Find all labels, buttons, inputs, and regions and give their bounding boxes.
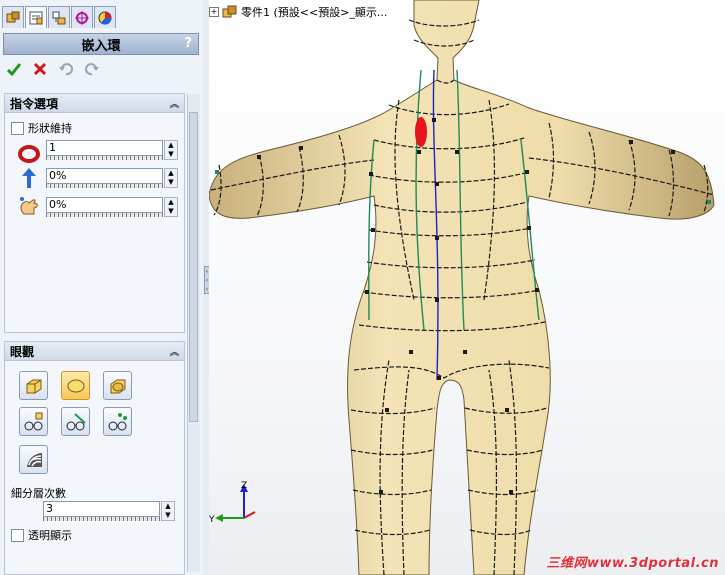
show-vertices-button[interactable] [103, 407, 132, 436]
options-group-title: 指令選項 [10, 96, 59, 111]
loop-count-input[interactable]: 1 [46, 140, 163, 156]
y-axis-label: Y [209, 515, 215, 525]
offset-slider[interactable] [46, 213, 163, 217]
x-axis-line [243, 511, 256, 519]
offset-arrows[interactable]: ▲ ▼ [164, 197, 178, 217]
cage-shape-icon [110, 379, 125, 393]
offset-hand-icon [20, 197, 38, 215]
property-manager-panel: 嵌入環 ? 指令選項 ︽ 形狀維持 1 ▲ ▼ 0% ▲ ▼ 0% ▲ ▼ 眼觀… [0, 0, 204, 575]
zebra-stripes-icon [26, 452, 42, 467]
expand-icon[interactable]: + [209, 7, 219, 17]
display-manager-tab[interactable] [94, 6, 116, 28]
options-group: 指令選項 ︽ 形狀維持 1 ▲ ▼ 0% ▲ ▼ 0% ▲ ▼ [4, 93, 185, 333]
glasses-vertices-icon [108, 412, 127, 430]
offset-input[interactable]: 0% [46, 197, 163, 213]
configuration-manager-tab[interactable] [48, 6, 70, 28]
configuration-icon [52, 11, 66, 24]
part-name-label: 零件1 (預設<<預設>_顯示... [241, 6, 388, 19]
glasses-points-icon [24, 412, 42, 430]
display-group: 眼觀 ︽ 細分層次數 3 ▲ ▼ 透明顯示 [4, 341, 185, 575]
show-points-button[interactable] [19, 407, 48, 436]
direction-slider[interactable] [46, 184, 163, 188]
loop-count-spinner: 1 ▲ ▼ [46, 140, 179, 161]
glasses-edges-icon [66, 412, 86, 430]
transparent-label: 透明顯示 [28, 529, 72, 542]
shaded-box-icon [26, 379, 41, 393]
keep-shape-checkbox[interactable] [11, 121, 24, 135]
direction-arrows[interactable]: ▲ ▼ [164, 168, 178, 188]
subdivision-slider[interactable] [43, 517, 160, 521]
undo-button[interactable] [57, 60, 75, 78]
z-axis-label: Z [241, 481, 247, 491]
transparent-row: 透明顯示 [11, 527, 72, 543]
property-manager-title-bar: 嵌入環 ? [3, 33, 199, 55]
redo-button[interactable] [83, 60, 101, 78]
selected-loop-highlight [415, 117, 427, 147]
scrollbar-thumb[interactable] [189, 112, 198, 422]
direction-arrow-icon [22, 168, 36, 188]
feature-tree-flyout[interactable]: + 零件1 (預設<<預設>_顯示... [209, 4, 387, 20]
zebra-stripes-button[interactable] [19, 445, 48, 474]
loop-count-slider[interactable] [46, 156, 163, 160]
undo-icon [59, 63, 73, 76]
property-manager-title: 嵌入環 [81, 38, 121, 54]
smooth-shape-button[interactable] [61, 371, 90, 400]
loop-count-arrows[interactable]: ▲ ▼ [164, 140, 178, 160]
smooth-shape-icon [67, 379, 84, 392]
loop-count-icon [18, 145, 40, 163]
collapse-chevron-icon[interactable]: ︽ [170, 345, 179, 358]
ok-button[interactable] [5, 60, 23, 78]
help-button[interactable]: ? [184, 36, 192, 51]
keep-shape-row: 形狀維持 [11, 120, 72, 136]
mannequin-model[interactable] [209, 0, 725, 575]
subdivision-label-row: 細分層次數 [11, 485, 66, 501]
cancel-button[interactable] [31, 60, 49, 78]
action-buttons [5, 60, 101, 78]
panel-scrollbar[interactable] [187, 94, 200, 572]
subdivision-input[interactable]: 3 [43, 501, 160, 517]
manager-tabs [2, 6, 116, 30]
keep-shape-label: 形狀維持 [28, 122, 72, 135]
collapse-chevron-icon[interactable]: ︽ [170, 97, 179, 110]
shaded-box-button[interactable] [19, 371, 48, 400]
y-axis-arrow [215, 514, 223, 522]
offset-spinner: 0% ▲ ▼ [46, 197, 179, 218]
feature-tree-icon [6, 11, 20, 22]
subdivision-spinner: 3 ▲ ▼ [43, 501, 176, 522]
ok-icon [6, 63, 22, 77]
watermark-text: 三维网www.3dportal.cn [546, 556, 719, 571]
cancel-icon [33, 62, 47, 76]
property-manager-tab[interactable] [25, 6, 47, 28]
appearance-icon [98, 11, 112, 25]
part-icon [222, 5, 237, 18]
dimxpert-tab[interactable] [71, 6, 93, 28]
display-group-title: 眼觀 [10, 344, 35, 359]
crosshair-icon [75, 10, 89, 25]
direction-input[interactable]: 0% [46, 168, 163, 184]
subdivision-label: 細分層次數 [11, 487, 66, 500]
show-edges-button[interactable] [61, 407, 90, 436]
feature-manager-tab[interactable] [2, 6, 24, 28]
subdivision-arrows[interactable]: ▲ ▼ [161, 501, 175, 521]
redo-icon [85, 63, 99, 76]
axis-triad: Z Y [209, 481, 256, 525]
cage-shape-button[interactable] [103, 371, 132, 400]
display-group-header[interactable]: 眼觀 ︽ [5, 342, 184, 361]
graphics-viewport[interactable]: + 零件1 (預設<<預設>_顯示... Z Y 三维网www.3dportal… [209, 0, 725, 575]
transparent-checkbox[interactable] [11, 528, 24, 542]
property-manager-icon [29, 11, 43, 24]
direction-spinner: 0% ▲ ▼ [46, 168, 179, 189]
options-group-header[interactable]: 指令選項 ︽ [5, 94, 184, 113]
model-surface [209, 0, 715, 575]
